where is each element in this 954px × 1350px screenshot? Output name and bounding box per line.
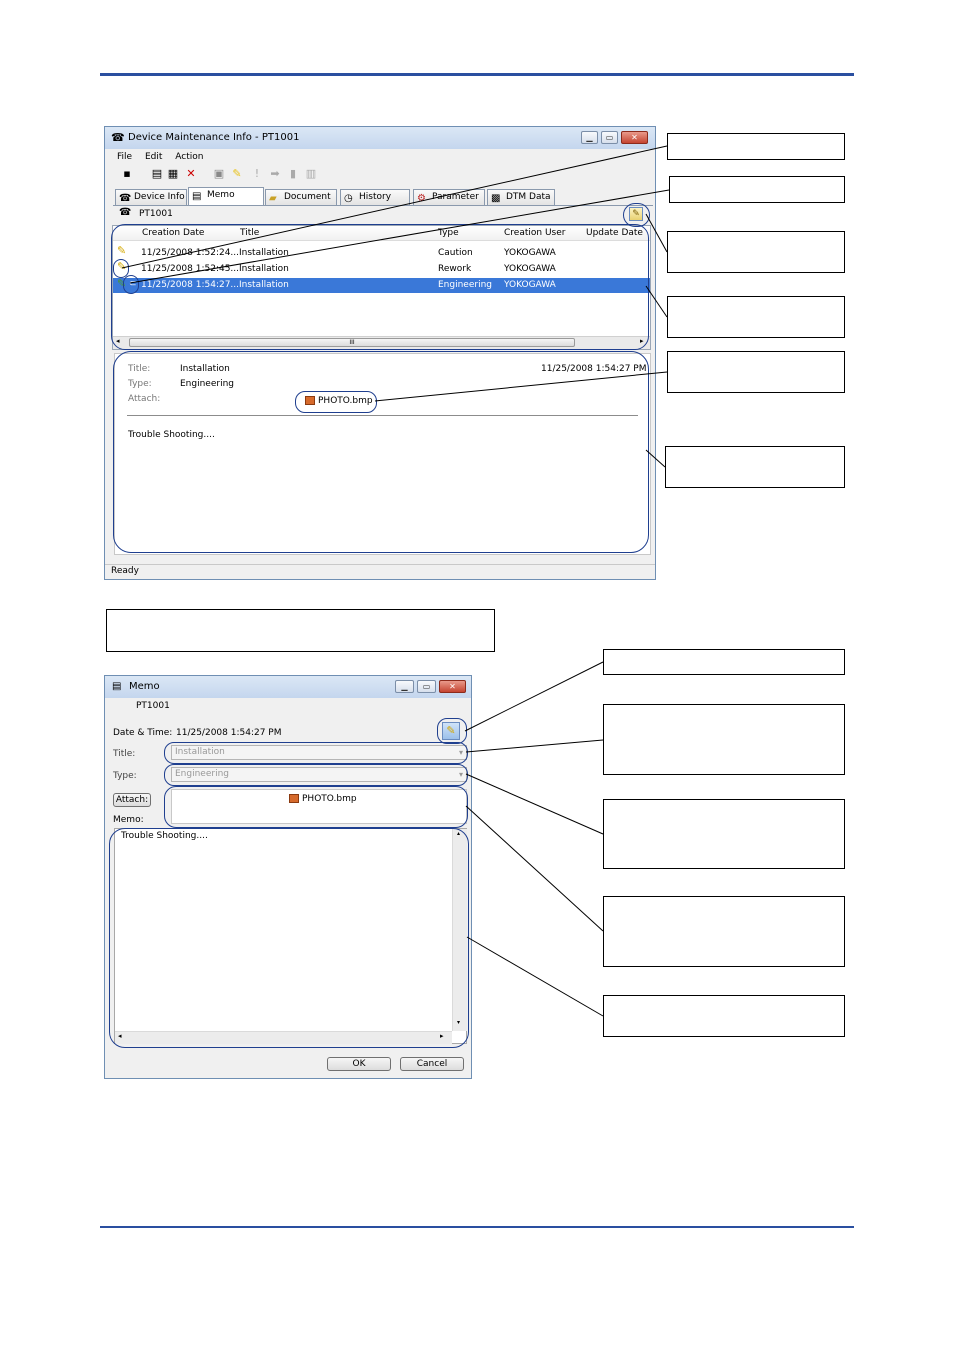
callout-box [667,133,845,160]
highlight-detail-pane [113,351,649,553]
parameter-icon: ⚙ [417,193,426,204]
callout-box [667,296,845,338]
pin-icon[interactable]: ✎ [231,168,243,180]
datetime-label: Date & Time: [113,728,173,738]
toolbar: ▪ ▤ ▦ ✕ ▣ ✎ ! ➡ ▮ ▥ [113,168,343,182]
dtm-data-icon: ▩ [491,193,501,204]
leader-line [465,773,604,835]
status-bar: Ready [105,564,655,579]
type-label: Type: [113,771,137,781]
callout-box [667,231,845,273]
tab-history[interactable]: ◷ History [340,189,410,205]
caption-box [106,609,495,652]
device-info-icon: ☎ [119,193,132,204]
callout-box [603,704,845,775]
attach-button[interactable]: Attach: [113,793,151,807]
properties-icon[interactable]: ▦ [167,168,179,180]
highlight-memo-list [111,224,649,350]
footer-rule [100,1226,854,1228]
document-icon[interactable]: ▮ [287,168,299,180]
callout-box [603,799,845,869]
leader-line [465,805,604,932]
minimize-button[interactable]: ▁ [581,131,598,144]
maximize-button[interactable]: ▭ [601,131,618,144]
callout-box [603,896,845,967]
title-label: Title: [113,749,136,759]
cancel-button[interactable]: Cancel [400,1057,464,1071]
tab-parameter[interactable]: ⚙ Parameter [413,189,485,205]
header-rule [100,73,854,76]
callout-box [665,446,845,488]
caution-icon[interactable]: ! [251,168,263,180]
callout-box [669,176,845,203]
datetime-value: 11/25/2008 1:54:27 PM [176,728,282,738]
new-memo-icon[interactable]: ▤ [151,168,163,180]
save-icon[interactable]: ▪ [121,168,133,180]
history-icon: ◷ [344,193,353,204]
highlight-clip-icon [123,275,139,294]
forward-icon[interactable]: ➡ [269,168,281,180]
leader-line [465,739,604,753]
close-button[interactable]: ✕ [621,131,648,144]
leader-line [466,936,604,1017]
tab-memo[interactable]: ▤ Memo [188,187,264,205]
compare-icon[interactable]: ▥ [305,168,317,180]
memo-icon: ▤ [112,681,122,692]
tab-device-info[interactable]: ☎ Device Info [115,189,187,205]
tab-dtm-data[interactable]: ▩ DTM Data [487,189,555,205]
device-icon: ☎ [119,207,132,218]
ok-button[interactable]: OK [327,1057,391,1071]
highlight-title-combo [164,742,468,764]
highlight-memo-text [109,828,469,1048]
memo-label: Memo: [113,815,144,825]
highlight-type-combo [164,764,468,786]
delete-icon[interactable]: ✕ [185,168,197,180]
leader-line [464,661,604,732]
menu-file[interactable]: File [117,152,132,162]
close-button[interactable]: ✕ [439,680,466,693]
window-title: Device Maintenance Info - PT1001 [128,132,300,143]
menu-edit[interactable]: Edit [145,152,162,162]
status-text: Ready [111,566,139,576]
minimize-button[interactable]: ▁ [395,680,414,693]
device-maintenance-icon: ☎ [111,131,125,144]
dialog-title-bar: ▤ Memo ▁ ▭ ✕ [105,676,471,698]
highlight-pin-button [437,718,467,744]
callout-box [667,351,845,393]
device-name: PT1001 [139,209,173,219]
menu-action[interactable]: Action [175,152,203,162]
folder-icon: ▰ [269,193,277,204]
image-icon[interactable]: ▣ [213,168,225,180]
memo-icon: ▤ [192,191,202,202]
tab-document[interactable]: ▰ Document [265,189,337,205]
callout-box [603,995,845,1037]
tab-strip: ☎ Device Info ▤ Memo ▰ Document ◷ History ⚙ P… [113,187,653,206]
callout-box [603,649,845,675]
menu-bar: File Edit Action [117,152,213,162]
dialog-title: Memo [129,681,160,692]
highlight-attachment-box [164,786,468,828]
dialog-device-name: PT1001 [136,701,170,711]
title-bar: ☎ Device Maintenance Info - PT1001 ▁ ▭ ✕ [105,127,655,149]
maximize-button[interactable]: ▭ [417,680,436,693]
